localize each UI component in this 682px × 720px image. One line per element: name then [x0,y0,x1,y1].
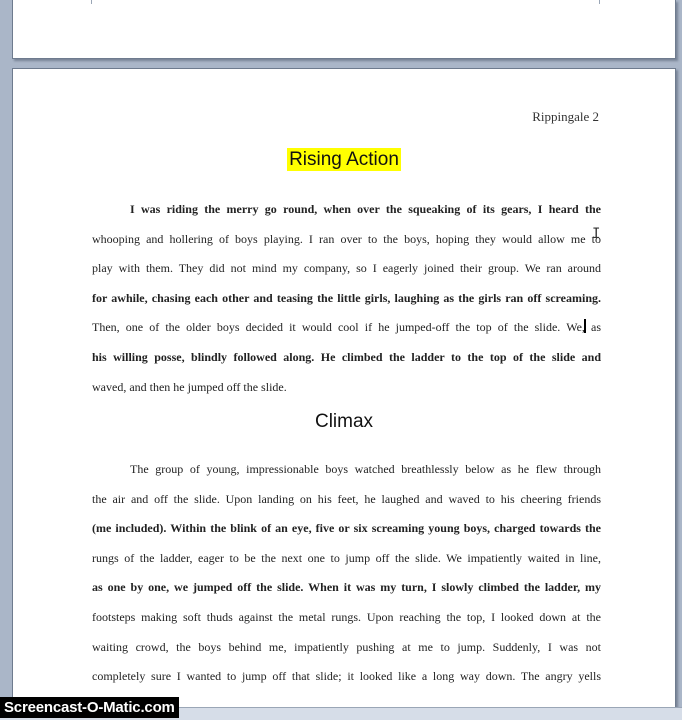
margin-marker [599,0,600,4]
text-caret [584,319,586,333]
section-heading-climax: Climax [13,411,675,433]
text-line: whooping and hollering of boys playing. … [92,231,601,246]
text-line: the air and off the slide. Upon landing … [92,491,601,506]
text-line: Then, one of the older boys decided it w… [92,320,601,335]
text-line: play with them. They did not mind my com… [92,261,601,276]
screencast-watermark: Screencast-O-Matic.com [0,697,179,718]
text-line: The group of young, impressionable boys … [130,462,601,476]
paragraph-rising-action[interactable]: I was riding the merry go round, when ov… [92,195,601,402]
text-line: for awhile, chasing each other and teasi… [92,290,601,305]
text-ibeam-icon: I [592,226,601,242]
heading-text: Climax [314,411,374,432]
paragraph-climax[interactable]: The group of young, impressionable boys … [92,455,601,692]
text-line: I was riding the merry go round, when ov… [130,202,601,216]
text-line: his willing posse, blindly followed alon… [92,349,601,364]
running-header: Rippingale 2 [532,109,599,124]
text-line: (me included). Within the blink of an ey… [92,521,601,536]
text-line: completely sure I wanted to jump off tha… [92,669,601,684]
text-line: waved, and then he jumped off the slide. [92,379,287,394]
text-line: as one by one, we jumped off the slide. … [92,580,601,595]
section-heading-rising-action: Rising Action [13,148,675,171]
heading-text: Rising Action [287,148,401,171]
margin-marker [91,0,92,4]
text-line: waiting crowd, the boys behind me, impat… [92,639,601,654]
previous-page-bottom [12,0,676,59]
text-line: footsteps making soft thuds against the … [92,609,601,624]
document-page[interactable]: Rippingale 2 Rising Action I was riding … [12,68,676,710]
text-line: rungs of the ladder, eager to be the nex… [92,550,601,565]
